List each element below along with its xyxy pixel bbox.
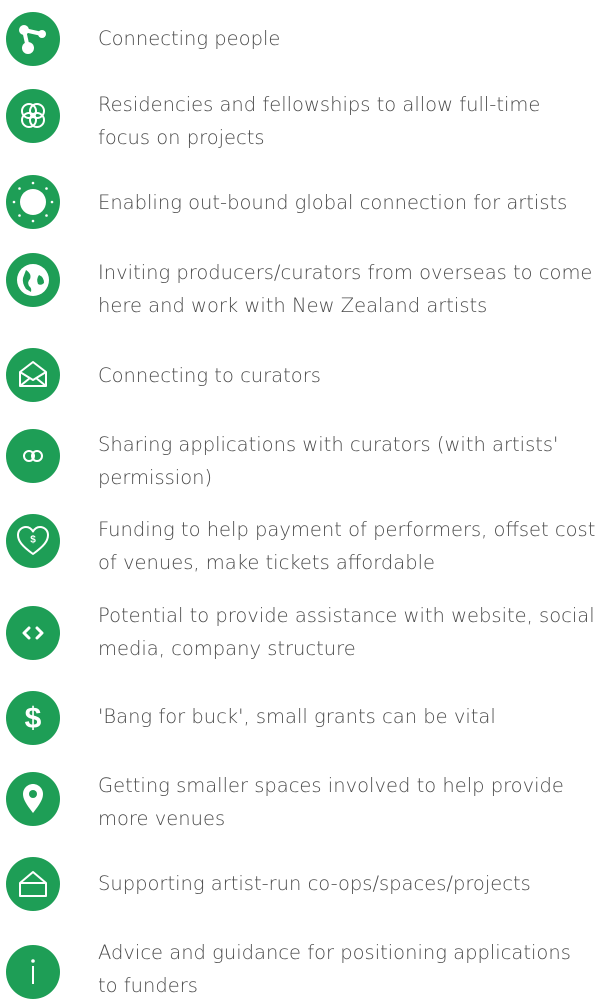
- list-item-label: Advice and guidance for positioning appl…: [98, 941, 571, 997]
- linked-rings-icon: [6, 429, 60, 483]
- house-icon: [6, 857, 60, 911]
- list-item-label: Connecting people: [98, 27, 281, 50]
- envelope-icon: [6, 348, 60, 402]
- dollar-icon: $: [6, 691, 60, 745]
- interlocking-rings-icon: [6, 89, 60, 143]
- list-item-label: Residencies and fellowships to allow ful…: [98, 93, 541, 149]
- list-item-label: Sharing applications with curators (with…: [98, 433, 559, 489]
- list-item-label: Supporting artist-run co-ops/spaces/proj…: [98, 872, 531, 895]
- sun-burst-icon: [6, 175, 60, 229]
- info-icon: [6, 945, 60, 999]
- svg-text:$: $: [30, 535, 36, 546]
- network-nodes-icon: [6, 12, 60, 66]
- list-item-label: Getting smaller spaces involved to help …: [98, 774, 564, 830]
- map-pin-icon: [6, 772, 60, 826]
- list-item-label: 'Bang for buck', small grants can be vit…: [98, 705, 496, 728]
- heart-dollar-icon: $: [6, 514, 60, 568]
- svg-text:$: $: [25, 702, 42, 735]
- list-item-label: Inviting producers/curators from oversea…: [98, 261, 593, 317]
- list-item-label: Funding to help payment of performers, o…: [98, 518, 596, 574]
- list-item-label: Connecting to curators: [98, 364, 321, 387]
- code-brackets-icon: [6, 606, 60, 660]
- globe-icon: [6, 253, 60, 307]
- list-item-label: Enabling out-bound global connection for…: [98, 191, 568, 214]
- list-item-label: Potential to provide assistance with web…: [98, 604, 595, 660]
